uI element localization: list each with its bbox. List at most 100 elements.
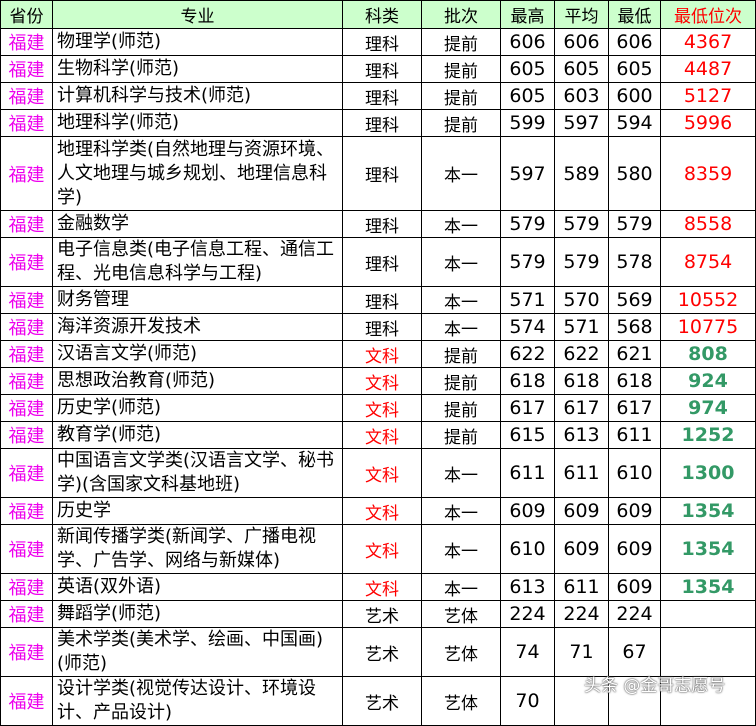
batch-cell: 本一: [421, 237, 501, 287]
province-cell: 福建: [0, 600, 53, 628]
subject-cell: 理科: [342, 286, 422, 314]
major-cell: 海洋资源开发技术: [52, 313, 343, 341]
max-score-cell: 606: [500, 28, 555, 56]
max-score-cell: 74: [500, 627, 555, 677]
province-cell: 福建: [0, 109, 53, 137]
subject-cell: 理科: [342, 136, 422, 211]
min-rank-cell: [660, 600, 756, 628]
avg-score-cell: 71: [554, 627, 609, 677]
subject-cell: 理科: [342, 109, 422, 137]
max-score-cell: 579: [500, 237, 555, 287]
subject-cell: 文科: [342, 340, 422, 368]
table-row: 福建 历史学(师范) 文科 提前 617 617 617 974: [0, 394, 756, 422]
table-row: 福建 新闻传播学类(新闻学、广播电视学、广告学、网络与新媒体) 文科 本一 610 609…: [0, 524, 756, 574]
table-row: 福建 历史学 文科 本一 609 609 609 1354: [0, 497, 756, 525]
min-score-cell: 568: [608, 313, 661, 341]
batch-cell: 提前: [421, 109, 501, 137]
province-cell: 福建: [0, 313, 53, 341]
min-rank-cell: 1300: [660, 448, 756, 498]
min-rank-cell: 10775: [660, 313, 756, 341]
major-cell: 教育学(师范): [52, 421, 343, 449]
min-score-cell: 224: [608, 600, 661, 628]
major-cell: 英语(双外语): [52, 573, 343, 601]
min-rank-cell: 1252: [660, 421, 756, 449]
province-cell: 福建: [0, 421, 53, 449]
subject-cell: 文科: [342, 394, 422, 422]
subject-cell: 理科: [342, 210, 422, 238]
batch-cell: 本一: [421, 573, 501, 601]
avg-score-cell: 597: [554, 109, 609, 137]
min-score-cell: 67: [608, 627, 661, 677]
min-rank-cell: 8754: [660, 237, 756, 287]
min-rank-cell: 8359: [660, 136, 756, 211]
province-cell: 福建: [0, 627, 53, 677]
table-body: 福建 物理学(师范) 理科 提前 606 606 606 4367 福建 生物科学(师范) 理科 提前…: [0, 28, 756, 726]
province-cell: 福建: [0, 524, 53, 574]
subject-cell: 理科: [342, 237, 422, 287]
batch-cell: 提前: [421, 367, 501, 395]
min-rank-cell: 8558: [660, 210, 756, 238]
major-cell: 舞蹈学(师范): [52, 600, 343, 628]
table-row: 福建 电子信息类(电子信息工程、通信工程、光电信息科学与工程) 理科 本一 579 579…: [0, 237, 756, 287]
max-score-cell: 622: [500, 340, 555, 368]
max-score-cell: 618: [500, 367, 555, 395]
batch-cell: 艺体: [421, 676, 501, 726]
avg-score-cell: 611: [554, 573, 609, 601]
province-cell: 福建: [0, 136, 53, 211]
avg-score-cell: 609: [554, 497, 609, 525]
max-score-cell: 571: [500, 286, 555, 314]
province-cell: 福建: [0, 210, 53, 238]
batch-cell: 本一: [421, 286, 501, 314]
min-score-cell: 621: [608, 340, 661, 368]
min-rank-cell: 1354: [660, 497, 756, 525]
min-score-cell: 579: [608, 210, 661, 238]
province-cell: 福建: [0, 286, 53, 314]
table-header-row: 省份 专业 科类 批次 最高 平均 最低 最低位次: [0, 0, 756, 29]
avg-score-cell: 571: [554, 313, 609, 341]
batch-cell: 本一: [421, 524, 501, 574]
max-score-cell: 615: [500, 421, 555, 449]
subject-cell: 理科: [342, 313, 422, 341]
table-row: 福建 美术学类(美术学、绘画、中国画)(师范) 艺术 艺体 74 71 67: [0, 627, 756, 677]
avg-score-cell: 570: [554, 286, 609, 314]
header-province: 省份: [0, 0, 53, 29]
province-cell: 福建: [0, 676, 53, 726]
max-score-cell: 611: [500, 448, 555, 498]
subject-cell: 理科: [342, 82, 422, 110]
major-cell: 生物科学(师范): [52, 55, 343, 83]
avg-score-cell: 589: [554, 136, 609, 211]
major-cell: 中国语言文学类(汉语言文学、秘书学)(含国家文科基地班): [52, 448, 343, 498]
major-cell: 新闻传播学类(新闻学、广播电视学、广告学、网络与新媒体): [52, 524, 343, 574]
avg-score-cell: 605: [554, 55, 609, 83]
max-score-cell: 224: [500, 600, 555, 628]
batch-cell: 艺体: [421, 600, 501, 628]
subject-cell: 艺术: [342, 627, 422, 677]
avg-score-cell: 224: [554, 600, 609, 628]
avg-score-cell: 606: [554, 28, 609, 56]
major-cell: 美术学类(美术学、绘画、中国画)(师范): [52, 627, 343, 677]
header-subject: 科类: [342, 0, 422, 29]
province-cell: 福建: [0, 573, 53, 601]
table-row: 福建 地理科学(师范) 理科 提前 599 597 594 5996: [0, 109, 756, 137]
subject-cell: 理科: [342, 28, 422, 56]
max-score-cell: 605: [500, 82, 555, 110]
major-cell: 物理学(师范): [52, 28, 343, 56]
batch-cell: 提前: [421, 55, 501, 83]
major-cell: 历史学: [52, 497, 343, 525]
table-row: 福建 中国语言文学类(汉语言文学、秘书学)(含国家文科基地班) 文科 本一 611 611…: [0, 448, 756, 498]
table-row: 福建 思想政治教育(师范) 文科 提前 618 618 618 924: [0, 367, 756, 395]
min-rank-cell: 808: [660, 340, 756, 368]
subject-cell: 艺术: [342, 676, 422, 726]
major-cell: 地理科学类(自然地理与资源环境、人文地理与城乡规划、地理信息科学): [52, 136, 343, 211]
province-cell: 福建: [0, 82, 53, 110]
subject-cell: 理科: [342, 55, 422, 83]
major-cell: 计算机科学与技术(师范): [52, 82, 343, 110]
min-score-cell: 569: [608, 286, 661, 314]
header-max: 最高: [500, 0, 555, 29]
max-score-cell: 617: [500, 394, 555, 422]
min-rank-cell: 974: [660, 394, 756, 422]
min-score-cell: 609: [608, 497, 661, 525]
province-cell: 福建: [0, 497, 53, 525]
header-avg: 平均: [554, 0, 609, 29]
min-score-cell: 611: [608, 421, 661, 449]
